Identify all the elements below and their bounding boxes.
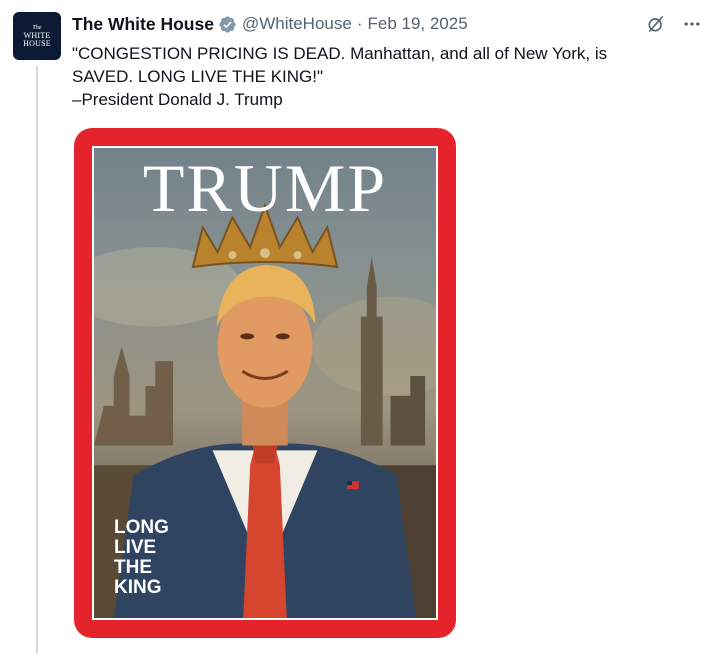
thread-connector-line bbox=[36, 66, 38, 653]
tweet-date[interactable]: Feb 19, 2025 bbox=[367, 14, 467, 34]
cover-tagline-line: LIVE bbox=[114, 537, 157, 558]
magazine-cover: TRUMP LONG LIVE THE KING bbox=[92, 146, 438, 620]
header-separator: · bbox=[356, 14, 363, 33]
author-handle[interactable]: @WhiteHouse bbox=[242, 14, 352, 34]
cover-tagline-line: LONG bbox=[114, 517, 169, 538]
tweet-text-line: SAVED. LONG LIVE THE KING!" bbox=[72, 67, 324, 86]
avatar-text-house: HOUSE bbox=[23, 38, 51, 48]
avatar[interactable]: The WHITE HOUSE bbox=[13, 12, 61, 60]
tweet-text-line: –President Donald J. Trump bbox=[72, 90, 283, 109]
tweet-text-line: "CONGESTION PRICING IS DEAD. Manhattan, … bbox=[72, 44, 608, 63]
cover-masthead: TRUMP bbox=[142, 150, 388, 226]
author-name[interactable]: The White House bbox=[72, 14, 214, 35]
tweet-actions-top bbox=[646, 14, 702, 34]
tweet-header: The White House @WhiteHouse · Feb 19, 20… bbox=[72, 13, 468, 35]
tweet-text: "CONGESTION PRICING IS DEAD. Manhattan, … bbox=[72, 42, 692, 111]
cover-tagline-line: KING bbox=[114, 577, 162, 598]
verified-badge-icon[interactable] bbox=[218, 15, 237, 34]
cover-tagline: LONG LIVE THE KING bbox=[114, 518, 169, 598]
cover-tagline-line: THE bbox=[114, 557, 152, 578]
more-options-icon[interactable] bbox=[682, 14, 702, 34]
grok-icon[interactable] bbox=[646, 14, 666, 34]
avatar-text-the: The bbox=[32, 24, 42, 31]
tweet-media-image[interactable]: TRUMP LONG LIVE THE KING bbox=[74, 128, 456, 638]
